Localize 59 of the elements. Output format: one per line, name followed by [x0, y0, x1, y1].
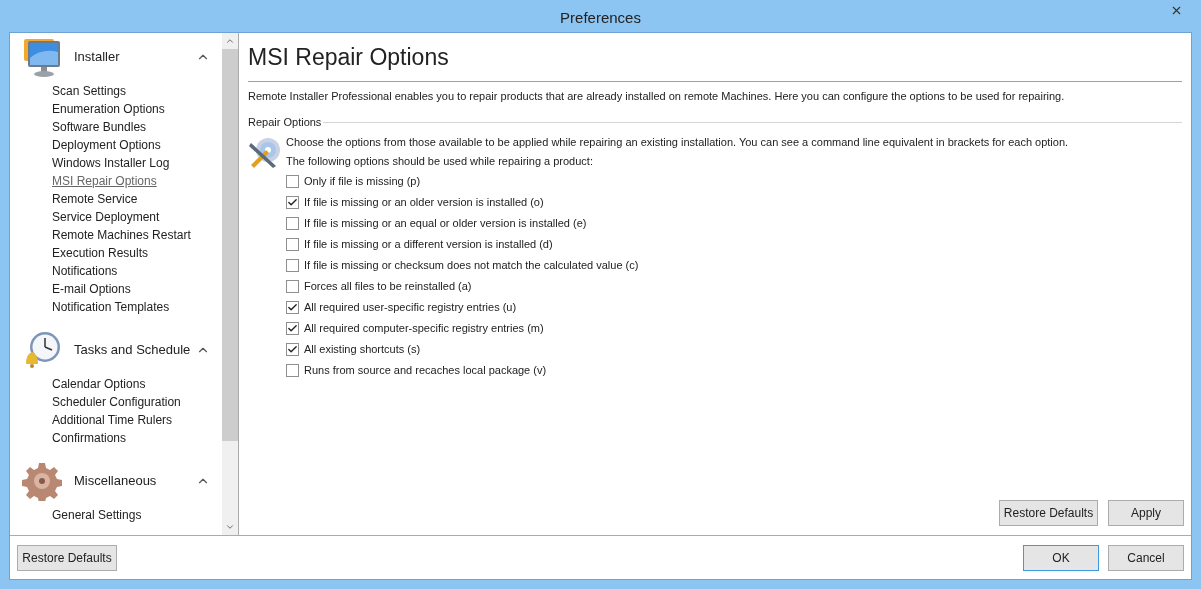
- checkbox[interactable]: [286, 174, 299, 188]
- scroll-up-icon: [225, 36, 235, 46]
- group-title: Tasks and Schedule: [74, 341, 192, 360]
- checkbox-label[interactable]: All required user-specific registry entries (u): [304, 298, 517, 316]
- sidebar-item[interactable]: Confirmations: [52, 429, 127, 447]
- sidebar-item[interactable]: Software Bundles: [52, 118, 147, 136]
- checkbox-label[interactable]: Only if file is missing (p): [304, 172, 421, 190]
- description: Remote Installer Professional enables you to repair products that are already installed on remote Machines. Here you can configure the options to be used for repairing.: [248, 88, 1066, 104]
- sidebar-item[interactable]: Calendar Options: [52, 375, 146, 393]
- sidebar-item[interactable]: Notification Templates: [52, 298, 170, 316]
- checkbox-label[interactable]: If file is missing or an equal or older version is installed (e): [304, 214, 587, 232]
- checkbox-label[interactable]: All required computer-specific registry entries (m): [304, 319, 544, 337]
- ok-button[interactable]: OK: [1023, 544, 1099, 571]
- restore-defaults-button[interactable]: Restore Defaults: [999, 500, 1098, 526]
- scrollbar[interactable]: [222, 33, 238, 535]
- monitor-icon: [22, 36, 62, 78]
- sidebar-item[interactable]: E-mail Options: [52, 280, 131, 298]
- checkbox-label[interactable]: All existing shortcuts (s): [304, 340, 421, 358]
- sidebar-item[interactable]: Windows Installer Log: [52, 154, 170, 172]
- group-title: Repair Options: [248, 115, 322, 130]
- sidebar-item[interactable]: Notifications: [52, 262, 118, 280]
- checkbox-label[interactable]: Forces all files to be reinstalled (a): [304, 277, 472, 295]
- group-title: Installer: [74, 48, 121, 67]
- checkbox-label[interactable]: If file is missing or an older version is installed (o): [304, 193, 544, 211]
- prompt-text: The following options should be used while repairing a product:: [286, 153, 594, 169]
- checkbox[interactable]: [286, 195, 299, 209]
- sidebar-item[interactable]: Remote Machines Restart: [52, 226, 191, 244]
- checkbox[interactable]: [286, 300, 299, 314]
- checkbox[interactable]: [286, 363, 299, 377]
- group-title: Miscellaneous: [74, 472, 158, 491]
- scrollbar-thumb[interactable]: [222, 49, 238, 441]
- scroll-down-icon: [225, 522, 235, 532]
- sidebar-item[interactable]: Scan Settings: [52, 82, 127, 100]
- checkbox[interactable]: [286, 237, 299, 251]
- sidebar-item[interactable]: Service Deployment: [52, 208, 160, 226]
- checkbox[interactable]: [286, 216, 299, 230]
- cancel-button[interactable]: Cancel: [1108, 544, 1184, 571]
- checkbox[interactable]: [286, 258, 299, 272]
- intro-text: Choose the options from those available to be applied while repairing an existing installation. You can see a command line equivalent in brackets for each option.: [286, 134, 1069, 150]
- apply-button[interactable]: Apply: [1108, 500, 1184, 526]
- checkbox[interactable]: [286, 279, 299, 293]
- sidebar-item[interactable]: General Settings: [52, 506, 142, 524]
- checkbox[interactable]: [286, 321, 299, 335]
- page-title: MSI Repair Options: [248, 43, 450, 72]
- window-title: Preferences: [560, 8, 641, 28]
- gear-icon: [22, 461, 62, 501]
- sidebar-item[interactable]: Execution Results: [52, 244, 149, 262]
- sidebar-item[interactable]: MSI Repair Options: [52, 172, 157, 190]
- sidebar-item[interactable]: Scheduler Configuration: [52, 393, 181, 411]
- sidebar-item[interactable]: Enumeration Options: [52, 100, 165, 118]
- checkbox[interactable]: [286, 342, 299, 356]
- sidebar-item[interactable]: Remote Service: [52, 190, 138, 208]
- checkbox-label[interactable]: If file is missing or checksum does not match the calculated value (c): [304, 256, 639, 274]
- repair-disc-icon: [248, 136, 282, 169]
- checkbox-label[interactable]: Runs from source and recaches local package (v): [304, 361, 547, 379]
- sidebar-item[interactable]: Deployment Options: [52, 136, 161, 154]
- checkbox-label[interactable]: If file is missing or a different version is installed (d): [304, 235, 553, 253]
- restore-defaults-button[interactable]: Restore Defaults: [17, 544, 117, 571]
- sidebar-item[interactable]: Additional Time Rulers: [52, 411, 173, 429]
